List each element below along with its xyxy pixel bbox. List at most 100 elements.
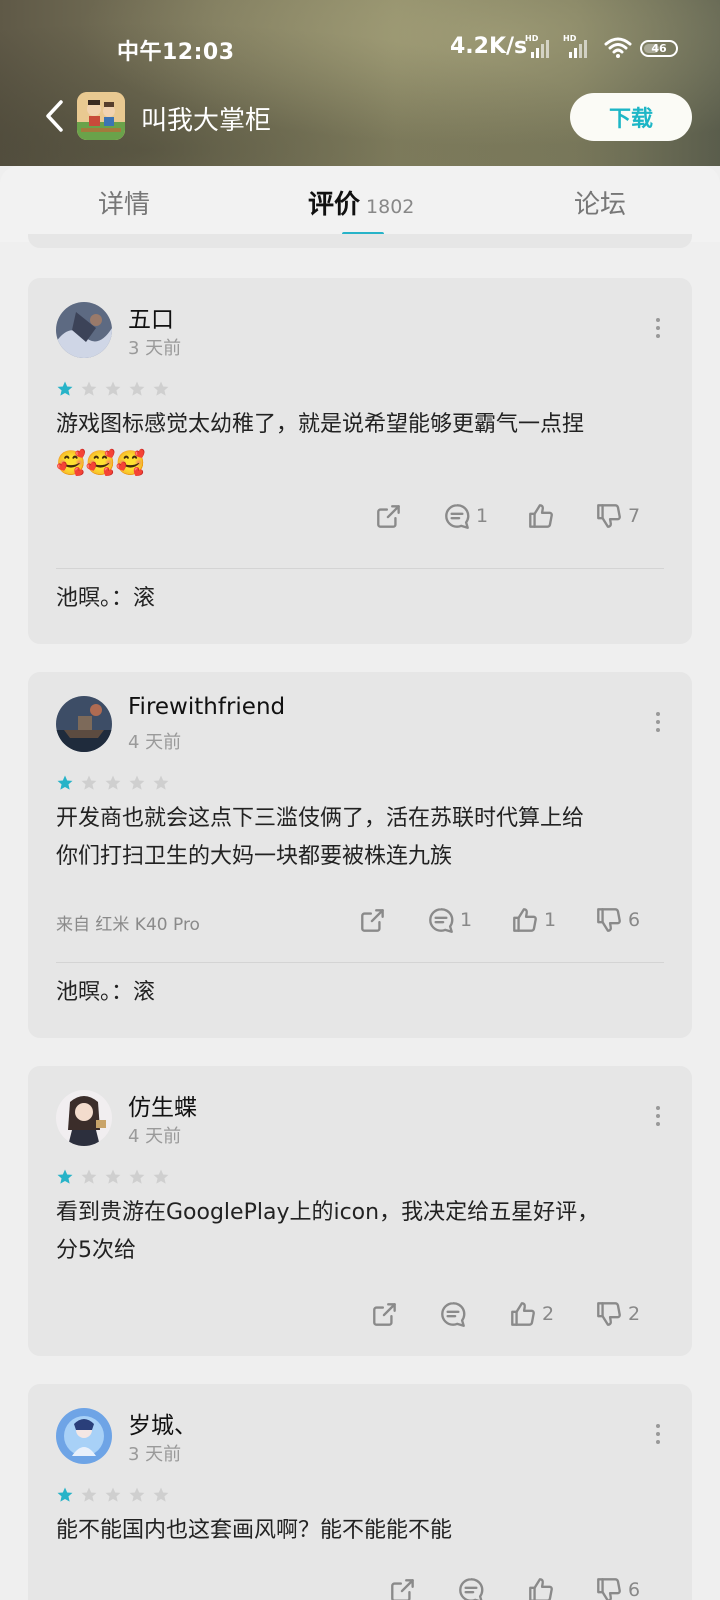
star-filled-icon bbox=[56, 1486, 74, 1504]
like-button[interactable] bbox=[526, 496, 560, 536]
app-title: 叫我大掌柜 bbox=[141, 106, 272, 136]
comment-icon bbox=[429, 908, 454, 933]
review-emoji: 🥰🥰🥰 bbox=[56, 449, 146, 477]
star-empty-icon bbox=[104, 380, 122, 398]
reply[interactable]: 池暝。：滚 bbox=[56, 580, 155, 612]
comment-button[interactable] bbox=[456, 1570, 486, 1600]
divider bbox=[56, 962, 664, 963]
review-username[interactable]: Firewithfriend bbox=[128, 694, 285, 720]
review-time: 3 天前 bbox=[128, 338, 182, 359]
share-button[interactable] bbox=[374, 496, 404, 536]
review-username[interactable]: 岁城、 bbox=[128, 1406, 197, 1440]
star-empty-icon bbox=[80, 380, 98, 398]
thumbs-up-icon bbox=[529, 1578, 553, 1600]
review-content: 游戏图标感觉太幼稚了，就是说希望能够更霸气一点捏 🥰🥰🥰 bbox=[56, 406, 666, 482]
star-empty-icon bbox=[152, 774, 170, 792]
star-empty-icon bbox=[152, 380, 170, 398]
star-empty-icon bbox=[128, 1168, 146, 1186]
star-empty-icon bbox=[128, 380, 146, 398]
share-icon bbox=[377, 505, 400, 528]
review-card[interactable]: Firewithfriend 4 天前 开发商也就会这点下三滥伎俩了，活在苏联时… bbox=[28, 672, 692, 1038]
reply-username[interactable]: 池暝。 bbox=[56, 980, 111, 1005]
share-button[interactable] bbox=[388, 1570, 418, 1600]
star-empty-icon bbox=[128, 1486, 146, 1504]
dislike-button[interactable]: 6 bbox=[594, 900, 640, 940]
thumbs-down-icon bbox=[597, 908, 621, 932]
review-card[interactable]: 五口 3 天前 游戏图标感觉太幼稚了，就是说希望能够更霸气一点捏 🥰🥰🥰 1 7… bbox=[28, 278, 692, 644]
share-icon bbox=[361, 909, 384, 932]
thumbs-down-icon bbox=[597, 1578, 621, 1600]
signal-icon: HD bbox=[563, 34, 587, 58]
review-content: 看到贵游在GooglePlay上的icon，我决定给五星好评， 分5次给 bbox=[56, 1200, 600, 1263]
tab-details[interactable]: 详情 bbox=[98, 184, 150, 221]
comment-button[interactable]: 1 bbox=[426, 900, 472, 940]
tab-forum[interactable]: 论坛 bbox=[574, 184, 626, 221]
star-empty-icon bbox=[80, 1168, 98, 1186]
star-empty-icon bbox=[128, 774, 146, 792]
share-button[interactable] bbox=[358, 900, 388, 940]
review-time: 4 天前 bbox=[128, 1126, 182, 1147]
reply[interactable]: 池暝。：滚 bbox=[56, 974, 155, 1006]
star-empty-icon bbox=[80, 1486, 98, 1504]
star-empty-icon bbox=[104, 774, 122, 792]
review-card[interactable]: 岁城、 3 天前 能不能国内也这套画风啊？能不能能不能 6 bbox=[28, 1384, 692, 1600]
download-button[interactable]: 下载 bbox=[570, 93, 692, 141]
avatar[interactable] bbox=[56, 1408, 112, 1464]
avatar[interactable] bbox=[56, 1090, 112, 1146]
star-empty-icon bbox=[152, 1486, 170, 1504]
divider bbox=[56, 568, 664, 569]
more-options-icon[interactable] bbox=[654, 318, 662, 342]
dislike-button[interactable]: 2 bbox=[594, 1294, 640, 1334]
comment-icon bbox=[441, 1302, 466, 1327]
review-username[interactable]: 五口 bbox=[128, 300, 174, 334]
review-actions: 6 bbox=[28, 1570, 692, 1600]
wifi-icon bbox=[604, 36, 632, 58]
more-options-icon[interactable] bbox=[654, 1106, 662, 1130]
tab-reviews[interactable]: 评价 1802 bbox=[308, 184, 414, 221]
rating-stars bbox=[56, 774, 170, 792]
review-content: 能不能国内也这套画风啊？能不能能不能 bbox=[56, 1518, 453, 1543]
review-actions: 1 1 6 bbox=[28, 900, 692, 940]
comment-button[interactable]: 1 bbox=[442, 496, 488, 536]
more-options-icon[interactable] bbox=[654, 712, 662, 736]
dislike-button[interactable]: 6 bbox=[594, 1570, 640, 1600]
review-actions: 1 7 bbox=[28, 496, 692, 536]
review-username[interactable]: 仿生蝶 bbox=[128, 1088, 197, 1122]
tab-bar: 详情 评价 1802 论坛 bbox=[0, 166, 720, 242]
thumbs-up-icon bbox=[511, 1302, 535, 1326]
share-button[interactable] bbox=[370, 1294, 400, 1334]
signal-icon: HD bbox=[525, 34, 549, 58]
star-empty-icon bbox=[104, 1486, 122, 1504]
share-icon bbox=[391, 1579, 414, 1600]
comment-icon bbox=[459, 1578, 484, 1600]
battery-icon: 46 bbox=[640, 40, 678, 57]
like-button[interactable] bbox=[526, 1570, 556, 1600]
star-filled-icon bbox=[56, 774, 74, 792]
star-empty-icon bbox=[80, 774, 98, 792]
star-filled-icon bbox=[56, 380, 74, 398]
status-time: 中午12:03 bbox=[117, 40, 235, 65]
review-time: 4 天前 bbox=[128, 732, 182, 753]
app-header: 中午12:03 4.2K/s HD HD 46 叫我大掌柜 下载 bbox=[0, 0, 720, 166]
rating-stars bbox=[56, 1486, 170, 1504]
rating-stars bbox=[56, 380, 170, 398]
status-bar: 中午12:03 4.2K/s HD HD 46 bbox=[0, 34, 720, 65]
review-content: 开发商也就会这点下三滥伎俩了，活在苏联时代算上给 你们打扫卫生的大妈一块都要被株… bbox=[56, 806, 585, 869]
network-speed: 4.2K/s bbox=[450, 34, 528, 59]
back-button[interactable] bbox=[36, 96, 72, 136]
more-options-icon[interactable] bbox=[654, 1424, 662, 1448]
star-empty-icon bbox=[152, 1168, 170, 1186]
previous-card-edge bbox=[28, 234, 692, 248]
reply-username[interactable]: 池暝。 bbox=[56, 586, 111, 611]
review-card[interactable]: 仿生蝶 4 天前 看到贵游在GooglePlay上的icon，我决定给五星好评，… bbox=[28, 1066, 692, 1356]
thumbs-up-icon bbox=[529, 504, 553, 528]
avatar[interactable] bbox=[56, 696, 112, 752]
review-actions: 2 2 bbox=[28, 1294, 692, 1334]
like-button[interactable]: 2 bbox=[508, 1294, 554, 1334]
dislike-button[interactable]: 7 bbox=[594, 496, 640, 536]
like-button[interactable]: 1 bbox=[510, 900, 556, 940]
comment-button[interactable] bbox=[438, 1294, 472, 1334]
avatar[interactable] bbox=[56, 302, 112, 358]
thumbs-up-icon bbox=[513, 908, 537, 932]
reply-text: 滚 bbox=[133, 980, 156, 1005]
